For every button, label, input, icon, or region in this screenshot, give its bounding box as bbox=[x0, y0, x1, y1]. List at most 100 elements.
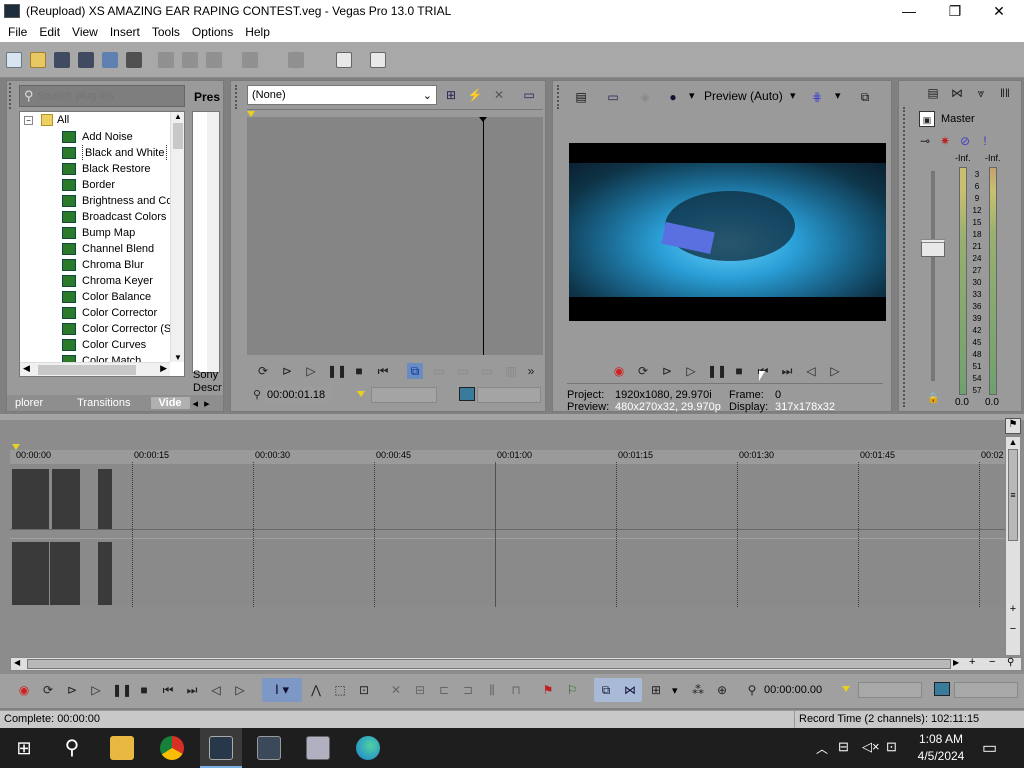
audio-clip[interactable] bbox=[50, 542, 80, 605]
ignore-grouping-icon[interactable]: ⧉ bbox=[598, 682, 614, 698]
overlays-icon[interactable]: ⋕ bbox=[809, 89, 825, 105]
menu-tools[interactable]: Tools bbox=[152, 25, 180, 39]
menu-view[interactable]: View bbox=[72, 25, 98, 39]
selection-tool-icon[interactable]: ⬚ bbox=[332, 682, 348, 698]
timeline-hscrollbar[interactable]: ◀ ▶ + − ⚲ bbox=[10, 656, 1022, 671]
go-to-end-icon[interactable]: ⏭ bbox=[779, 363, 795, 379]
plugin-item[interactable]: Color Corrector (S bbox=[20, 321, 170, 337]
audio-track[interactable] bbox=[10, 538, 1006, 606]
video-clip[interactable] bbox=[52, 469, 80, 529]
play-from-start-icon[interactable]: ⊳ bbox=[279, 363, 295, 379]
plugin-item[interactable]: Black Restore bbox=[20, 161, 170, 177]
dock-grip[interactable] bbox=[235, 85, 241, 109]
maximize-button[interactable]: ❐ bbox=[932, 0, 978, 22]
more-icon[interactable]: » bbox=[523, 363, 539, 379]
search-box[interactable]: ⚲ bbox=[19, 85, 185, 107]
master-fader[interactable] bbox=[921, 239, 945, 257]
pause-icon[interactable]: ❚❚ bbox=[112, 682, 132, 698]
zoom-out-time-icon[interactable]: − bbox=[989, 656, 995, 668]
preview-mode[interactable]: Preview (Auto) bbox=[704, 89, 783, 103]
dock-grip[interactable] bbox=[903, 107, 909, 407]
zoom-tool-icon[interactable]: ⊡ bbox=[356, 682, 372, 698]
mixer-props-icon[interactable]: ▤ bbox=[925, 85, 941, 101]
preview-quality-icon[interactable]: ● bbox=[665, 89, 681, 105]
plugin-item[interactable]: Broadcast Colors bbox=[20, 209, 170, 225]
audio-clip[interactable] bbox=[98, 542, 112, 605]
go-to-start-icon[interactable]: ⏮ bbox=[160, 682, 176, 698]
chevron-down-icon[interactable]: ▾ bbox=[689, 89, 695, 102]
plugin-item[interactable]: Color Corrector bbox=[20, 305, 170, 321]
tab-explorer[interactable]: plorer bbox=[7, 397, 51, 409]
cut-icon[interactable] bbox=[158, 52, 174, 68]
zoom-in-icon[interactable]: + bbox=[1006, 603, 1020, 615]
play-icon[interactable]: ▷ bbox=[303, 363, 319, 379]
mute-icon[interactable]: ⊘ bbox=[957, 133, 973, 149]
copy-snapshot-icon[interactable]: ⧉ bbox=[857, 89, 873, 105]
envelope-tool-icon[interactable]: ⋀ bbox=[308, 682, 324, 698]
edit-tool-icon[interactable]: Ⅰ ▾ bbox=[262, 678, 302, 702]
trim-start-icon[interactable]: ⊏ bbox=[436, 682, 452, 698]
chevron-down-icon[interactable]: ▾ bbox=[835, 89, 841, 102]
tab-video-fx[interactable]: Vide bbox=[150, 397, 190, 409]
video-clip[interactable] bbox=[12, 469, 49, 529]
tray-chevron-icon[interactable]: ︿ bbox=[816, 740, 828, 757]
paste-icon[interactable] bbox=[206, 52, 222, 68]
marker-flag-icon[interactable]: ⚑ bbox=[1005, 418, 1021, 434]
trimmer-area[interactable] bbox=[247, 117, 543, 355]
hscroll-thumb[interactable] bbox=[38, 365, 136, 375]
add-to-timeline-start-icon[interactable]: ▭ bbox=[431, 363, 447, 379]
menu-insert[interactable]: Insert bbox=[110, 25, 140, 39]
cursor-timecode[interactable]: 00:00:00.00 bbox=[764, 682, 830, 698]
timeline-vscrollbar[interactable]: ▲ ≡ + − bbox=[1005, 436, 1021, 656]
vscroll-thumb[interactable]: ≡ bbox=[1008, 449, 1018, 541]
delete-icon[interactable]: ✕ bbox=[388, 682, 404, 698]
chevron-down-icon[interactable]: ▾ bbox=[790, 89, 796, 102]
undo-icon[interactable] bbox=[242, 52, 258, 68]
render-as-icon[interactable] bbox=[102, 52, 118, 68]
split-icon[interactable]: ⫼ bbox=[484, 682, 500, 698]
edge-icon[interactable] bbox=[356, 736, 380, 760]
loop-icon[interactable]: ⟳ bbox=[255, 363, 271, 379]
zoom-icon[interactable]: ▥ bbox=[503, 363, 519, 379]
plugin-item[interactable]: Color Balance bbox=[20, 289, 170, 305]
copy-icon[interactable] bbox=[182, 52, 198, 68]
zoom-tool-icon[interactable]: ⚲ bbox=[1007, 657, 1014, 668]
plugin-item-selected[interactable]: Black and White bbox=[20, 145, 170, 161]
plugin-item[interactable]: Chroma Blur bbox=[20, 257, 170, 273]
tree-vscrollbar[interactable]: ▲ ▼ bbox=[170, 112, 184, 362]
plugin-item[interactable]: Channel Blend bbox=[20, 241, 170, 257]
tree-root[interactable]: − All bbox=[24, 114, 69, 126]
monitor-icon[interactable]: ▭ bbox=[521, 87, 537, 103]
save-icon[interactable] bbox=[54, 52, 70, 68]
presets-scrollbar[interactable] bbox=[207, 112, 219, 372]
solo-icon[interactable]: ! bbox=[977, 133, 993, 149]
minimize-button[interactable]: — bbox=[886, 0, 932, 22]
peak-left[interactable]: -Inf. bbox=[955, 153, 971, 163]
play-icon[interactable]: ▷ bbox=[683, 363, 699, 379]
play-icon[interactable]: ▷ bbox=[88, 682, 104, 698]
previous-frame-icon[interactable]: ◁ bbox=[803, 363, 819, 379]
tab-scroll-right[interactable]: ▸ bbox=[201, 397, 213, 410]
scroll-right-icon[interactable]: ▶ bbox=[953, 658, 959, 667]
insert-marker-icon[interactable]: ⚑ bbox=[540, 682, 556, 698]
lock-icon[interactable]: 🔒 bbox=[927, 393, 939, 404]
add-to-trimmer-icon[interactable]: ⊞ bbox=[443, 87, 459, 103]
meet-now-icon[interactable]: ⊡ bbox=[886, 739, 897, 755]
meters-icon[interactable]: ǁǁ bbox=[997, 85, 1013, 101]
notifications-icon[interactable]: ▭ bbox=[982, 738, 997, 758]
search-icon[interactable]: ⚲ bbox=[60, 736, 84, 760]
menu-options[interactable]: Options bbox=[192, 25, 233, 39]
network-icon[interactable]: ⊟ bbox=[838, 739, 849, 755]
clock-date[interactable]: 4/5/2024 bbox=[916, 749, 966, 763]
dock-grip[interactable] bbox=[9, 83, 15, 109]
auto-crossfade-icon[interactable]: ⋈ bbox=[622, 682, 638, 698]
previous-frame-icon[interactable]: ⏮ bbox=[375, 363, 391, 379]
selection-start-field[interactable] bbox=[858, 682, 922, 698]
split-screen-icon[interactable]: ◈ bbox=[637, 89, 653, 105]
record-icon[interactable]: ◉ bbox=[611, 363, 627, 379]
next-frame-icon[interactable]: ▷ bbox=[232, 682, 248, 698]
volume-muted-icon[interactable]: ◁× bbox=[862, 739, 880, 755]
loop-icon[interactable]: ⟳ bbox=[40, 682, 56, 698]
vegas-movie-studio-icon[interactable] bbox=[257, 736, 281, 760]
menu-file[interactable]: File bbox=[8, 25, 27, 39]
